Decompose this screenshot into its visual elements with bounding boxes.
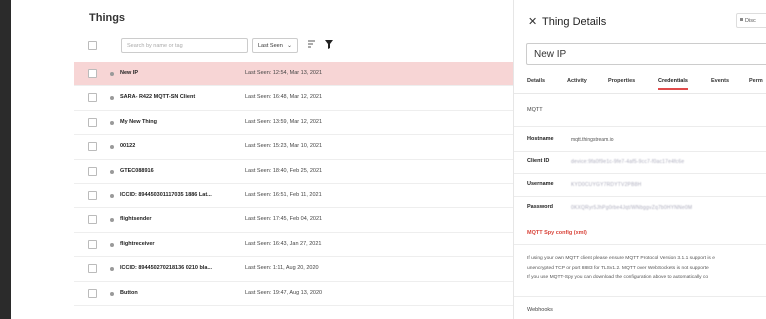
thing-name[interactable]: Button: [120, 290, 138, 296]
divider: [514, 151, 766, 152]
details-tabs: Details Activity Properties Credentials Even…: [527, 78, 766, 90]
status-dot-icon: [110, 72, 114, 76]
sort-order-icon[interactable]: [307, 39, 316, 49]
field-label-hostname: Hostname: [527, 136, 554, 142]
divider: [514, 126, 766, 127]
things-toolbar: Search by name or tag Last Seen ⌄: [88, 37, 508, 53]
status-dot-icon: [110, 242, 114, 247]
status-dot-icon: [110, 169, 114, 174]
field-value-hostname: mqtt.thingstream.io: [571, 136, 614, 143]
left-nav-bar: [0, 0, 11, 319]
row-checkbox[interactable]: [88, 117, 97, 127]
search-input[interactable]: Search by name or tag: [121, 38, 248, 53]
row-checkbox[interactable]: [88, 93, 97, 103]
thing-row[interactable]: GTEC088916 Last Seen: 18:40, Feb 25, 2021: [74, 160, 513, 184]
status-dot-icon: [110, 120, 114, 125]
thing-row[interactable]: 00122 Last Seen: 15:23, Mar 10, 2021: [74, 135, 513, 160]
row-checkbox[interactable]: [88, 288, 97, 298]
tabs-divider: [514, 93, 766, 94]
thing-row[interactable]: My New Thing Last Seen: 13:59, Mar 12, 20…: [74, 111, 513, 136]
row-checkbox[interactable]: [88, 239, 97, 249]
divider: [514, 296, 766, 297]
row-checkbox[interactable]: [88, 215, 97, 225]
thing-row[interactable]: New IP Last Seen: 12:54, Mar 13, 2021: [74, 62, 513, 87]
thing-name[interactable]: ICCID: 894450301117035 1886 Lat...: [120, 192, 212, 198]
webhooks-heading: Webhooks: [527, 307, 553, 313]
thing-row[interactable]: ICCID: 894450301117035 1886 Lat... Last S…: [74, 184, 513, 209]
things-list: New IP Last Seen: 12:54, Mar 13, 2021 SARA…: [74, 62, 513, 306]
thing-row[interactable]: Button Last Seen: 19:47, Aug 13, 2020: [74, 282, 513, 306]
thing-name[interactable]: GTEC088916: [120, 168, 154, 174]
field-label-username: Username: [527, 181, 554, 187]
status-dot-icon: [110, 218, 114, 223]
last-seen: Last Seen: 15:23, Mar 10, 2021: [245, 143, 323, 150]
tab-activity[interactable]: Activity: [567, 78, 587, 84]
last-seen: Last Seen: 13:59, Mar 12, 2021: [245, 118, 323, 125]
field-value-client-id: device:9fa0f9e1c-9fe7-4af5-9cc7-f0ac17e4…: [571, 158, 685, 165]
tab-credentials[interactable]: Credentials: [658, 78, 688, 90]
thing-name[interactable]: New IP: [120, 70, 138, 76]
help-line: If you use MQTT-Spy you can download the…: [527, 275, 709, 280]
field-label-password: Password: [527, 204, 553, 210]
last-seen: Last Seen: 17:45, Feb 04, 2021: [245, 216, 323, 223]
row-checkbox[interactable]: [88, 166, 97, 176]
things-title: Things: [89, 12, 126, 24]
tab-details[interactable]: Details: [527, 78, 545, 84]
thing-name[interactable]: flightreceiver: [120, 241, 155, 247]
tab-properties[interactable]: Properties: [608, 78, 635, 84]
sort-select-value: Last Seen: [258, 43, 283, 49]
thing-row[interactable]: flightreceiver Last Seen: 16:43, Jan 27, …: [74, 233, 513, 258]
filter-icon[interactable]: [325, 40, 333, 49]
thing-details-panel: ✕ Thing Details Disc New IP Details Activ…: [513, 0, 766, 319]
disconnect-label: Disc: [745, 18, 756, 24]
section-mqtt: MQTT: [527, 107, 543, 113]
select-all-checkbox[interactable]: [88, 41, 97, 50]
last-seen: Last Seen: 16:51, Feb 11, 2021: [245, 191, 322, 198]
thing-name[interactable]: 00122: [120, 143, 135, 149]
status-dot-icon: [110, 193, 114, 198]
help-line: unencrypted TCP or port 8883 for TLSv1.2…: [527, 265, 709, 271]
sort-select[interactable]: Last Seen ⌄: [252, 38, 298, 53]
tab-perm[interactable]: Perm: [749, 78, 763, 84]
disconnect-button[interactable]: Disc: [736, 13, 766, 28]
mqtt-spy-config-link[interactable]: MQTT Spy config (xml): [527, 230, 587, 236]
search-placeholder: Search by name or tag: [127, 43, 183, 49]
divider: [514, 196, 766, 197]
last-seen: Last Seen: 19:47, Aug 13, 2020: [245, 289, 323, 296]
chevron-down-icon: ⌄: [286, 43, 292, 49]
status-dot-icon: [110, 291, 114, 296]
thing-row[interactable]: flightsender Last Seen: 17:45, Feb 04, 20…: [74, 208, 513, 233]
last-seen: Last Seen: 16:43, Jan 27, 2021: [245, 240, 322, 247]
field-label-client-id: Client ID: [527, 158, 550, 164]
thing-name[interactable]: ICCID: 894450270218136 0210 bla...: [120, 265, 212, 271]
field-value-password: 0KXQRyr5JhPg0rbe4Jqt/WNbggvZq7b0HYNNe0M: [571, 204, 693, 211]
tab-events[interactable]: Events: [711, 78, 729, 84]
close-icon[interactable]: ✕: [528, 15, 537, 28]
row-checkbox[interactable]: [88, 190, 97, 200]
thing-row[interactable]: SARA- R422 MQTT-SN Client Last Seen: 16:4…: [74, 86, 513, 111]
status-dot-icon: [110, 96, 114, 101]
mqtt-help-text: If using your own MQTT client please ens…: [527, 254, 766, 283]
thing-name[interactable]: My New Thing: [120, 119, 157, 125]
divider: [514, 244, 766, 245]
details-title: Thing Details: [542, 16, 607, 28]
row-checkbox[interactable]: [88, 69, 97, 78]
divider: [514, 173, 766, 174]
thing-name[interactable]: SARA- R422 MQTT-SN Client: [120, 94, 195, 100]
status-dot-icon: [110, 267, 114, 272]
row-checkbox[interactable]: [88, 142, 97, 152]
thing-row[interactable]: ICCID: 894450270218136 0210 bla... Last S…: [74, 257, 513, 282]
field-value-username: KYD0CUYGY7RDYTV2PB8H: [571, 181, 642, 188]
last-seen: Last Seen: 12:54, Mar 13, 2021: [245, 70, 323, 76]
last-seen: Last Seen: 1:11, Aug 20, 2020: [245, 265, 319, 272]
row-checkbox[interactable]: [88, 264, 97, 274]
thing-name-input[interactable]: New IP: [526, 43, 766, 65]
things-panel: Things Search by name or tag Last Seen ⌄…: [11, 0, 513, 319]
thing-name[interactable]: flightsender: [120, 216, 151, 222]
last-seen: Last Seen: 16:48, Mar 12, 2021: [245, 94, 323, 101]
help-line: If using your own MQTT client please ens…: [527, 256, 715, 261]
status-dot-icon: [110, 145, 114, 150]
last-seen: Last Seen: 18:40, Feb 25, 2021: [245, 167, 323, 174]
